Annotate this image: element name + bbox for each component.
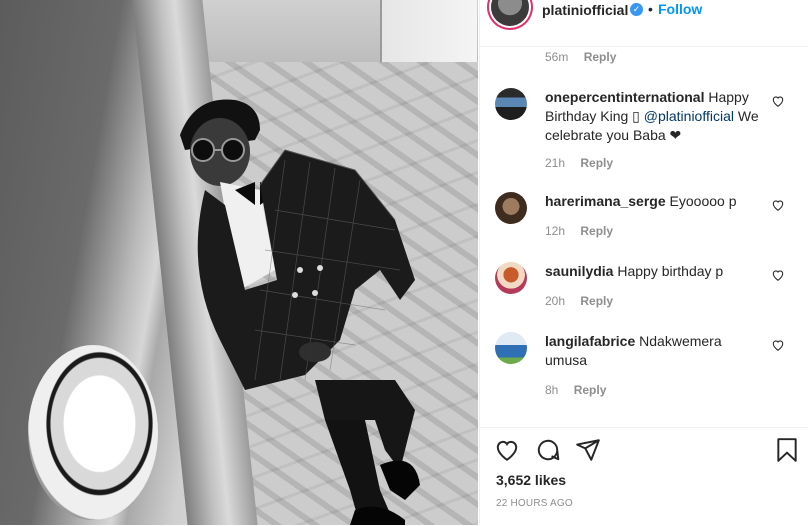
comment-body: Happy birthday p xyxy=(617,263,724,279)
comment-time: 21h xyxy=(545,156,566,170)
like-comment-heart-icon[interactable] xyxy=(771,268,785,282)
comment-body: Eyooooo p xyxy=(669,193,737,209)
comment-meta: 21h Reply xyxy=(545,156,613,170)
photo-ceiling-light xyxy=(28,345,158,520)
heart-icon[interactable] xyxy=(494,437,520,463)
comment-reply-button[interactable]: Reply xyxy=(580,224,613,238)
commenter-username[interactable]: harerimana_serge xyxy=(545,193,666,209)
comment-icon[interactable] xyxy=(535,437,561,463)
commenter-avatar[interactable] xyxy=(495,192,527,224)
commenter-username[interactable]: onepercentinternational xyxy=(545,89,704,105)
comment-text: harerimana_serge Eyooooo p xyxy=(545,192,765,211)
photo-person-in-suit xyxy=(180,99,420,525)
caption-reply-button[interactable]: Reply xyxy=(584,50,617,64)
like-comment-heart-icon[interactable] xyxy=(771,198,785,212)
author-username[interactable]: platiniofficial xyxy=(542,2,628,18)
header-separator: • xyxy=(648,1,653,17)
comment-reply-button[interactable]: Reply xyxy=(574,383,607,397)
commenter-username[interactable]: saunilydia xyxy=(545,263,613,279)
post-photo[interactable] xyxy=(0,0,478,525)
post-actions: 3,652 likes 22 HOURS AGO xyxy=(480,427,808,526)
caption-time: 56m xyxy=(545,50,569,64)
comment-reply-button[interactable]: Reply xyxy=(580,294,613,308)
commenter-avatar[interactable] xyxy=(495,332,527,364)
comment-time: 8h xyxy=(545,383,559,397)
like-comment-heart-icon[interactable] xyxy=(771,338,785,352)
comments-list[interactable]: 56m Reply onepercentinternational Happy … xyxy=(480,46,808,426)
like-comment-heart-icon[interactable] xyxy=(771,94,785,108)
comment-text: langilafabrice Ndakwemera umusa xyxy=(545,332,765,370)
comment-mention[interactable]: @platiniofficial xyxy=(644,108,734,124)
post-side-panel: platiniofficial ✓ • Follow 56m Reply one… xyxy=(479,0,808,526)
likes-count[interactable]: 3,652 likes xyxy=(496,472,566,488)
comment-reply-button[interactable]: Reply xyxy=(580,156,613,170)
comment-meta: 8h Reply xyxy=(545,383,606,397)
comment-text: onepercentinternational Happy Birthday K… xyxy=(545,88,765,145)
share-icon[interactable] xyxy=(575,437,601,463)
comment-meta: 12h Reply xyxy=(545,224,613,238)
comment-meta: 20h Reply xyxy=(545,294,613,308)
follow-button[interactable]: Follow xyxy=(658,1,702,17)
comment-text: saunilydia Happy birthday p xyxy=(545,262,765,281)
post-timestamp: 22 HOURS AGO xyxy=(496,498,573,509)
commenter-username[interactable]: langilafabrice xyxy=(545,333,635,349)
comment-time: 12h xyxy=(545,224,566,238)
post-header: platiniofficial ✓ • Follow xyxy=(480,0,808,47)
photo-wall xyxy=(195,0,478,62)
author-avatar[interactable] xyxy=(491,0,529,26)
comment-time: 20h xyxy=(545,294,566,308)
caption-meta: 56m Reply xyxy=(545,50,616,64)
commenter-avatar[interactable] xyxy=(495,88,527,120)
bookmark-icon[interactable] xyxy=(774,437,800,463)
verified-badge-icon: ✓ xyxy=(630,3,643,16)
photo-door xyxy=(380,0,477,62)
commenter-avatar[interactable] xyxy=(495,262,527,294)
